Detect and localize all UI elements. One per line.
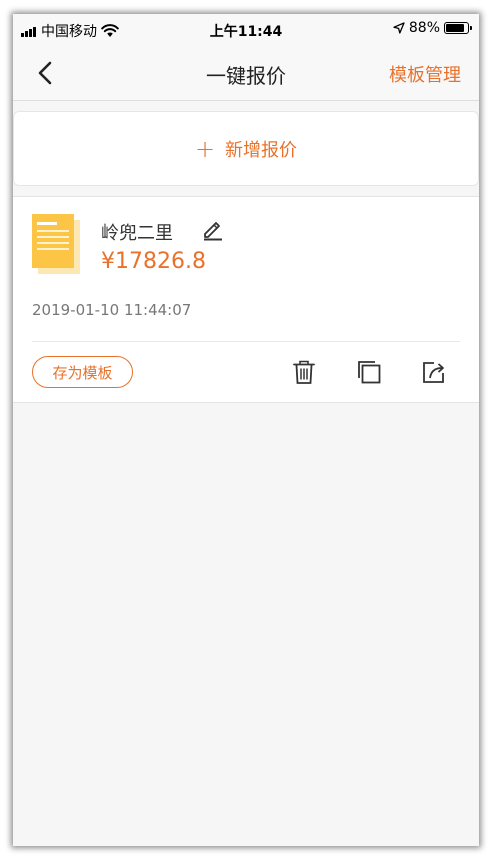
template-manage-button[interactable]: 模板管理 (389, 61, 461, 87)
quote-date: 2019-01-10 11:44:07 (32, 301, 192, 319)
battery-percent: 88% (408, 20, 440, 36)
save-as-template-button[interactable]: 存为模板 (32, 356, 133, 388)
location-arrow-icon (393, 22, 405, 34)
quote-price: ¥17826.8 (101, 249, 206, 274)
trash-icon[interactable] (290, 358, 318, 386)
app-frame: 中国移动 上午11:44 88% 一键报价 模板管理 + 新增报价 岭兜二里 ¥… (13, 14, 479, 846)
battery-icon (444, 22, 472, 34)
copy-icon[interactable] (355, 358, 383, 386)
divider (32, 341, 460, 342)
document-icon (32, 214, 80, 274)
navigation-bar: 一键报价 模板管理 (13, 46, 479, 101)
status-bar: 中国移动 上午11:44 88% (13, 14, 479, 46)
edit-pencil-icon[interactable] (201, 217, 225, 241)
quote-item[interactable]: 岭兜二里 ¥17826.8 2019-01-10 11:44:07 存为模板 (13, 196, 479, 403)
share-icon[interactable] (420, 358, 448, 386)
status-right: 88% (393, 20, 472, 36)
plus-icon: + (194, 134, 216, 163)
add-quote-label: 新增报价 (225, 139, 298, 161)
add-quote-button[interactable]: + 新增报价 (13, 111, 479, 186)
battery-fill (446, 24, 464, 32)
quote-name: 岭兜二里 (101, 223, 173, 244)
